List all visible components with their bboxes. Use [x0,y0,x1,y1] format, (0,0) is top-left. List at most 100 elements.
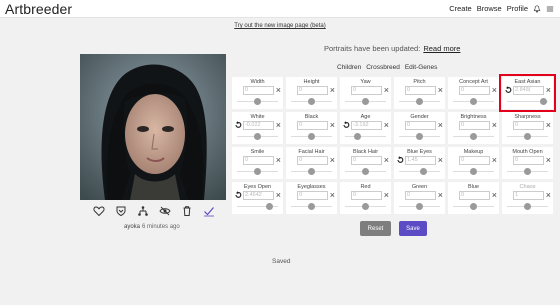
gene-slider-knob[interactable] [308,133,315,140]
read-more-link[interactable]: Read more [423,44,460,53]
undo-icon[interactable] [342,121,350,129]
family-tree-button[interactable] [136,204,150,218]
gene-value-input[interactable]: 0 [459,121,490,130]
gene-slider-knob[interactable] [353,133,361,140]
close-icon[interactable]: × [276,156,281,165]
gene-slider-knob[interactable] [416,133,423,140]
gene-slider-track[interactable] [345,136,386,137]
gene-slider-knob[interactable] [524,203,531,210]
close-icon[interactable]: × [546,86,551,95]
publish-button[interactable] [202,204,216,218]
gene-slider-knob[interactable] [416,203,423,210]
gene-slider-knob[interactable] [254,133,261,140]
gene-slider-knob[interactable] [524,133,531,140]
close-icon[interactable]: × [492,86,497,95]
gene-value-input[interactable]: 2.848( [513,86,544,95]
tab-children[interactable]: Children [337,64,361,71]
close-icon[interactable]: × [546,191,551,200]
tab-edit-genes[interactable]: Edit-Genes [405,64,438,71]
gene-slider-knob[interactable] [254,98,261,105]
delete-button[interactable] [180,204,194,218]
nav-browse-link[interactable]: Browse [477,4,502,13]
close-icon[interactable]: × [384,156,389,165]
close-icon[interactable]: × [492,121,497,130]
close-icon[interactable]: × [438,86,443,95]
gene-value-input[interactable]: 2.4642 [243,191,274,200]
gene-value-input[interactable]: 1.45 [405,156,436,165]
gene-value-input[interactable]: -0.022 [243,121,274,130]
close-icon[interactable]: × [546,156,551,165]
gene-value-input[interactable]: 0 [351,156,382,165]
close-icon[interactable]: × [492,156,497,165]
gene-slider-knob[interactable] [470,168,477,175]
creator-username[interactable]: ayoka [124,224,140,230]
gene-value-input[interactable]: 0 [297,156,328,165]
close-icon[interactable]: × [330,191,335,200]
close-icon[interactable]: × [330,156,335,165]
tab-crossbreed[interactable]: Crossbreed [366,64,400,71]
close-icon[interactable]: × [438,121,443,130]
gene-value-input[interactable]: -3.192 [351,121,382,130]
nav-profile-link[interactable]: Profile [507,4,528,13]
close-icon[interactable]: × [438,156,443,165]
gene-value-input[interactable]: 0 [459,86,490,95]
like-button[interactable] [92,204,106,218]
close-icon[interactable]: × [330,121,335,130]
gene-value-input[interactable]: 0 [297,121,328,130]
close-icon[interactable]: × [384,121,389,130]
gene-value-input[interactable]: 0 [297,191,328,200]
gene-value-input[interactable]: 0 [459,156,490,165]
save-shield-button[interactable] [114,204,128,218]
close-icon[interactable]: × [330,86,335,95]
nav-create-link[interactable]: Create [449,4,472,13]
brand-logo[interactable]: Artbreeder [5,1,72,17]
gene-card-makeup: Makeup 0 × [448,147,499,179]
gene-value-input[interactable]: 1 [513,191,544,200]
gene-value-input[interactable]: 0 [351,86,382,95]
hide-button[interactable] [158,204,172,218]
gene-slider-knob[interactable] [524,168,531,175]
gene-value-input[interactable]: 0 [459,191,490,200]
undo-icon[interactable] [504,86,512,94]
close-icon[interactable]: × [384,191,389,200]
gene-slider-knob[interactable] [266,203,274,210]
gene-slider-knob[interactable] [254,168,261,175]
gene-slider-knob[interactable] [470,133,477,140]
gene-slider-knob[interactable] [362,203,369,210]
gene-value-input[interactable]: 0 [405,86,436,95]
gene-slider-knob[interactable] [470,203,477,210]
gene-value-input[interactable]: 0 [243,156,274,165]
close-icon[interactable]: × [546,121,551,130]
gene-slider-knob[interactable] [308,98,315,105]
gene-value-input[interactable]: 0 [297,86,328,95]
save-button[interactable]: Save [399,221,427,236]
gene-value-input[interactable]: 0 [513,156,544,165]
bell-icon[interactable] [533,4,541,13]
portrait-image[interactable] [80,54,226,200]
gene-slider-knob[interactable] [470,98,477,105]
gene-slider-knob[interactable] [420,168,428,175]
gene-value-input[interactable]: 0 [513,121,544,130]
close-icon[interactable]: × [384,86,389,95]
gene-slider-knob[interactable] [308,168,315,175]
close-icon[interactable]: × [276,191,281,200]
close-icon[interactable]: × [276,86,281,95]
undo-icon[interactable] [234,191,242,199]
close-icon[interactable]: × [492,191,497,200]
gene-value-input[interactable]: 0 [405,121,436,130]
gene-value-input[interactable]: 0 [351,191,382,200]
undo-icon[interactable] [234,121,242,129]
gene-slider-knob[interactable] [540,98,548,105]
gene-slider-knob[interactable] [362,98,369,105]
close-icon[interactable]: × [438,191,443,200]
gene-slider-knob[interactable] [362,168,369,175]
menu-icon[interactable] [546,5,554,13]
close-icon[interactable]: × [276,121,281,130]
reset-button[interactable]: Reset [360,221,391,236]
gene-value-input[interactable]: 0 [243,86,274,95]
gene-value-input[interactable]: 0 [405,191,436,200]
try-new-image-page-link[interactable]: Try out the new image page (beta) [0,23,560,29]
gene-slider-knob[interactable] [308,203,315,210]
undo-icon[interactable] [396,156,404,164]
gene-slider-knob[interactable] [416,98,423,105]
